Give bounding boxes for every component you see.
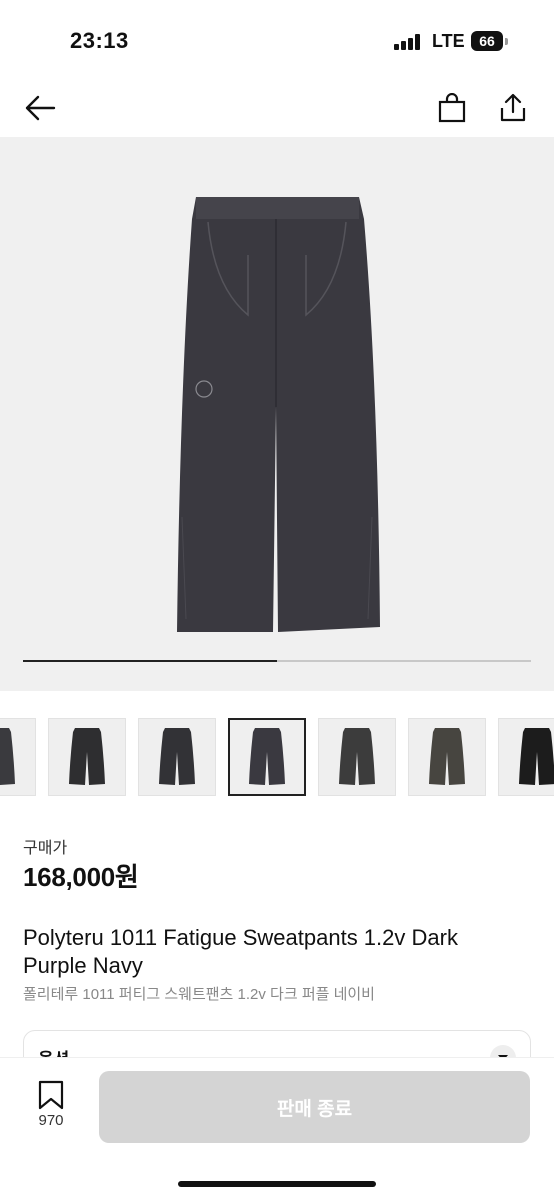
- thumbnail-image: [339, 728, 375, 785]
- thumbnail-strip[interactable]: [0, 718, 554, 798]
- arrow-left-icon[interactable]: [20, 80, 60, 136]
- gallery-progress-fill: [23, 660, 277, 662]
- price-label: 구매가: [23, 840, 68, 857]
- thumbnail-item[interactable]: [408, 718, 486, 796]
- share-icon[interactable]: [493, 80, 533, 136]
- price-value: 168,000원: [23, 862, 139, 892]
- product-title-en: Polyteru 1011 Fatigue Sweatpants 1.2v Da…: [23, 925, 458, 978]
- thumbnail-image: [69, 728, 105, 785]
- signal-icon: [394, 34, 424, 50]
- top-nav: [0, 80, 554, 136]
- bookmark-count: 970: [38, 1112, 64, 1129]
- thumbnail-item[interactable]: [0, 718, 36, 796]
- bookmark-button[interactable]: 970: [24, 1078, 78, 1134]
- thumbnail-item[interactable]: [318, 718, 396, 796]
- status-bar: 23:13 LTE 66: [0, 0, 554, 80]
- thumbnail-item[interactable]: [138, 718, 216, 796]
- product-image-gallery[interactable]: [0, 137, 554, 691]
- thumbnail-item[interactable]: [498, 718, 554, 796]
- status-time: 23:13: [70, 28, 129, 53]
- product-image: [177, 197, 380, 632]
- network-label: LTE: [432, 31, 465, 51]
- battery-tip: [505, 38, 508, 45]
- thumbnail-image: [0, 728, 15, 785]
- home-indicator: [178, 1181, 376, 1187]
- thumbnail-item[interactable]: [228, 718, 306, 796]
- shopping-bag-icon[interactable]: [432, 80, 472, 136]
- thumbnail-image: [519, 728, 554, 785]
- bookmark-icon: [38, 1080, 64, 1110]
- sold-out-button[interactable]: 판매 종료: [99, 1071, 530, 1143]
- thumbnail-image: [159, 728, 195, 785]
- battery-icon: 66: [471, 31, 503, 51]
- product-title-ko: 폴리테루 1011 퍼티그 스웨트팬츠 1.2v 다크 퍼플 네이비: [23, 986, 375, 1003]
- thumbnail-image: [429, 728, 465, 785]
- gallery-progress: [23, 660, 531, 662]
- thumbnail-image: [249, 728, 285, 785]
- thumbnail-item[interactable]: [48, 718, 126, 796]
